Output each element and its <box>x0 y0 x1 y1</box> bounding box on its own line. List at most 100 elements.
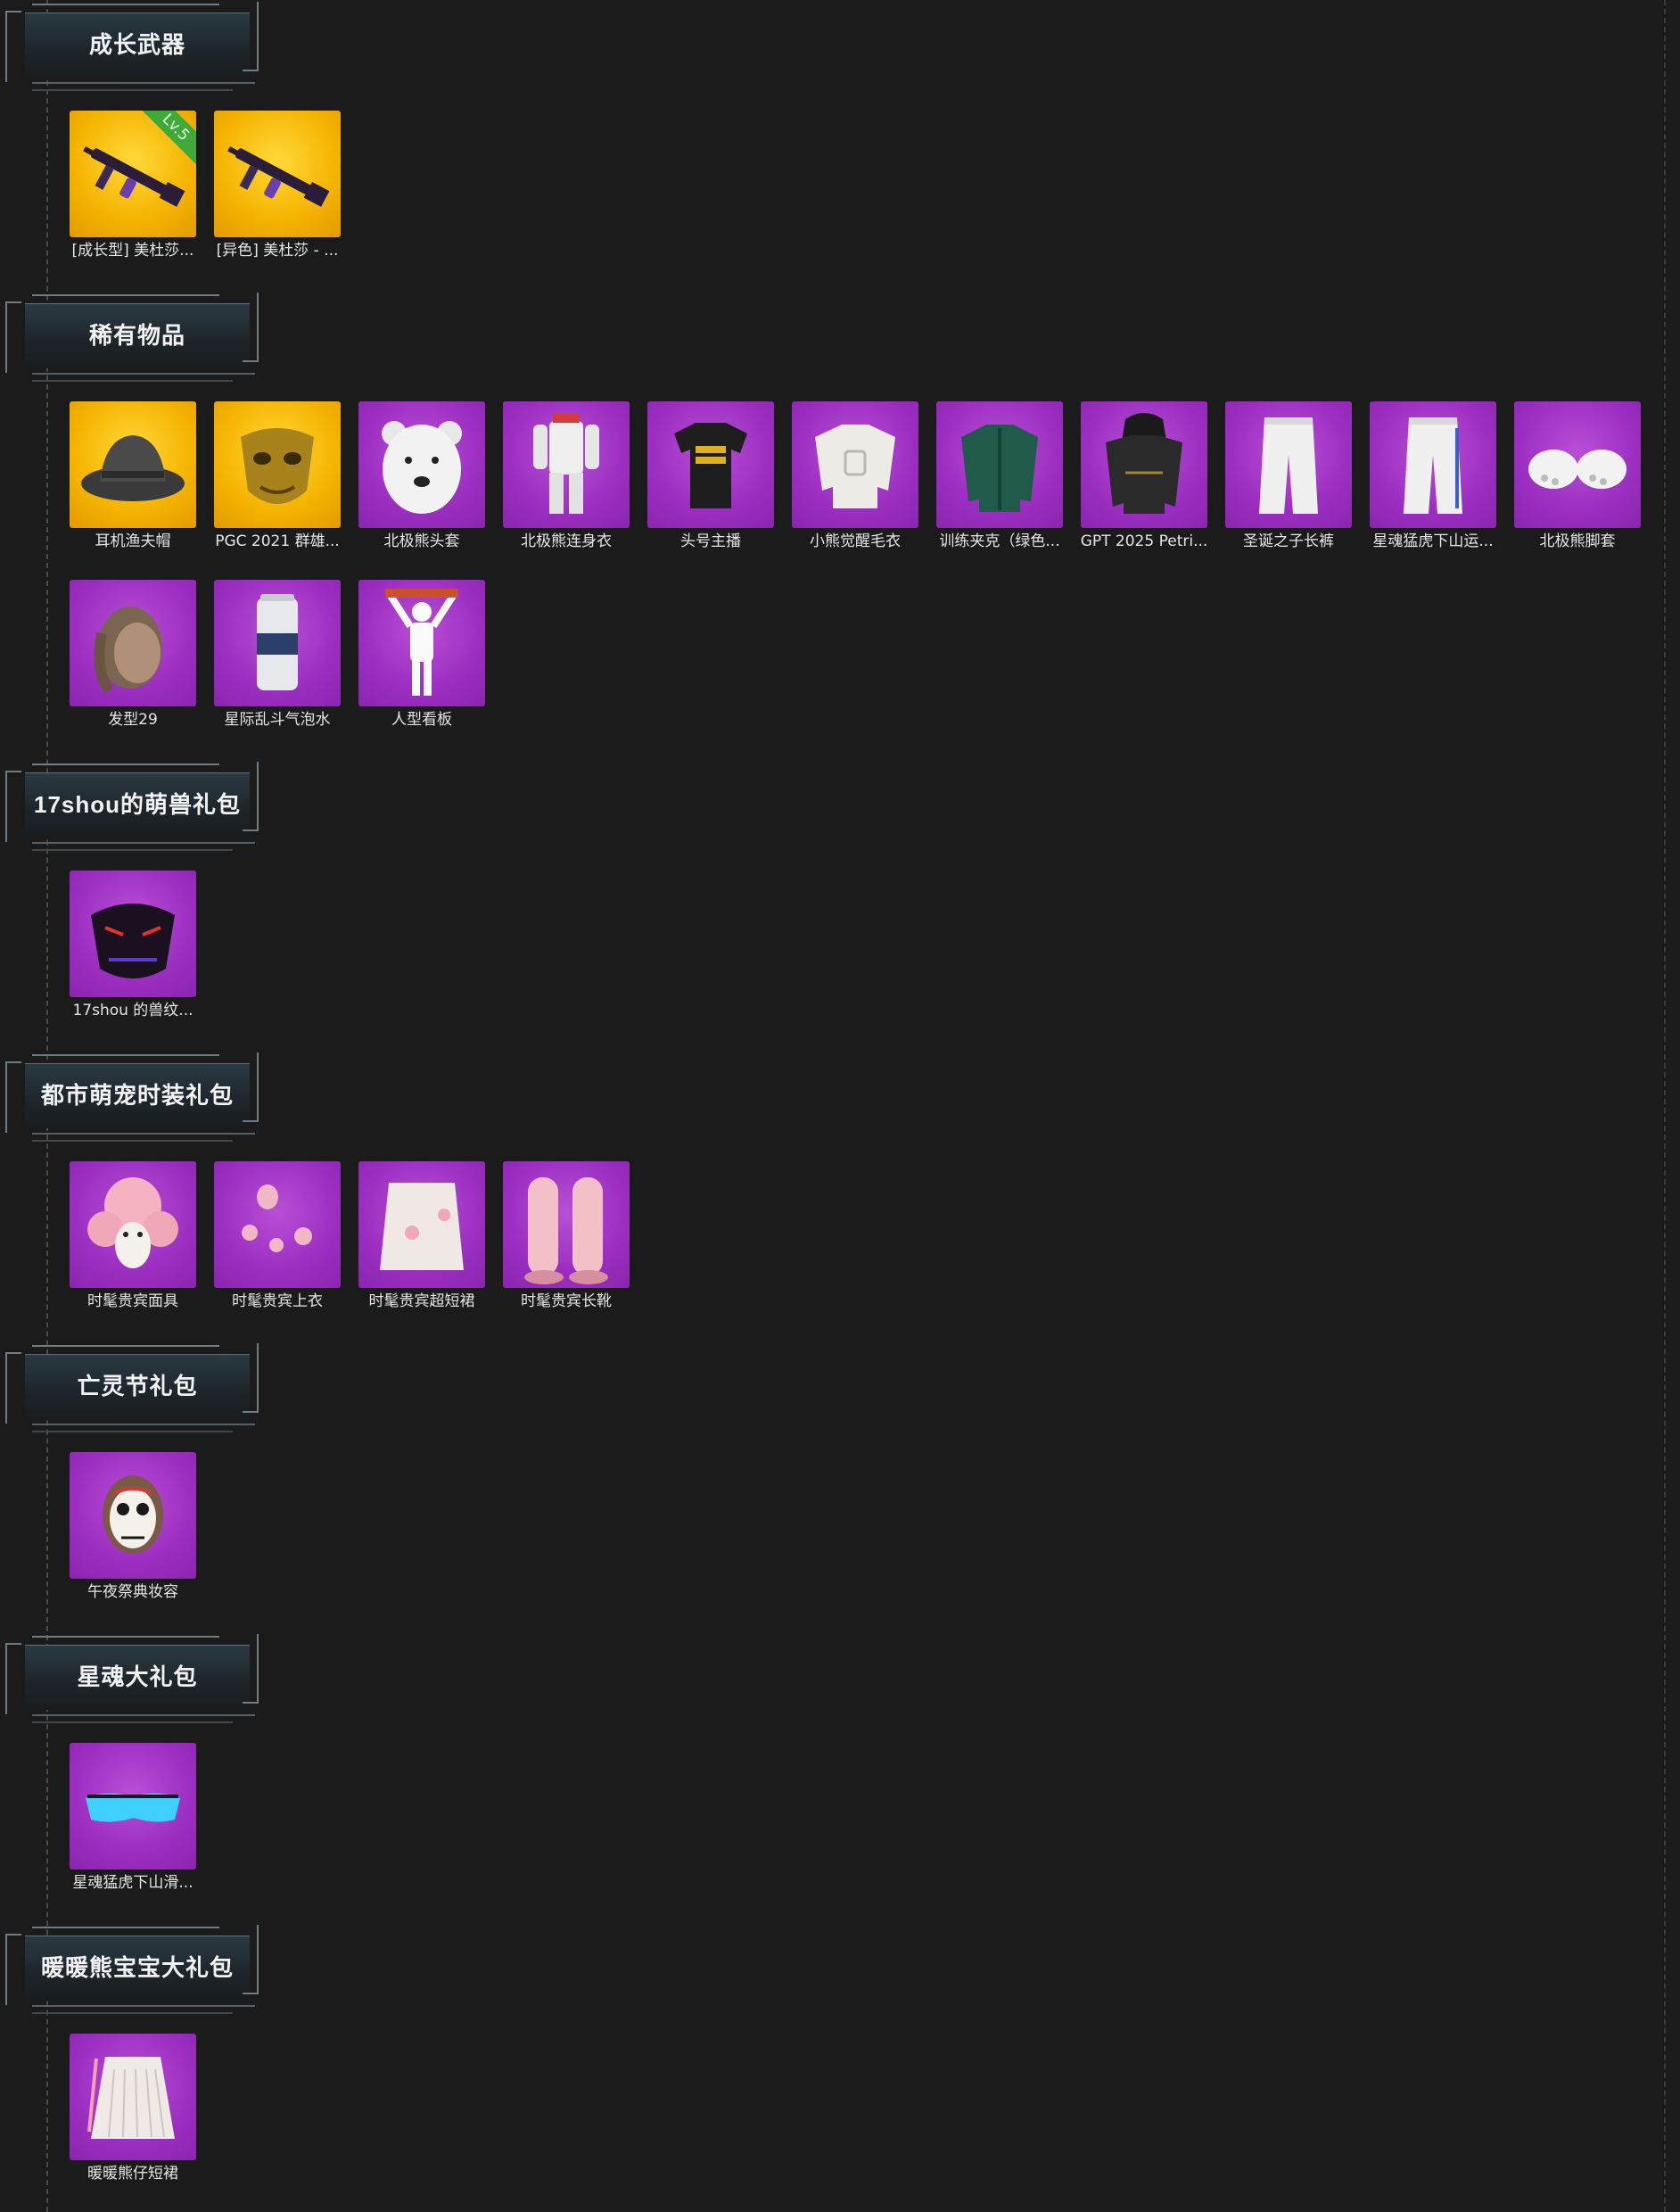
item-card[interactable]: [异色] 美杜莎 - ... <box>214 111 341 260</box>
header-frame-left <box>5 771 21 842</box>
header-frame-bottom <box>32 842 255 844</box>
item-card[interactable]: 17shou 的兽纹... <box>70 871 196 1020</box>
item-label: 时髦贵宾超短裙 <box>368 1292 475 1310</box>
fluffy-top-icon <box>242 1184 312 1252</box>
item-thumbnail[interactable] <box>358 580 485 706</box>
item-card[interactable]: GPT 2025 Petri... <box>1081 401 1207 551</box>
item-label: 北极熊脚套 <box>1539 532 1616 550</box>
header-frame-bottom <box>32 82 255 84</box>
item-thumbnail[interactable] <box>70 2034 196 2160</box>
item-card[interactable]: 时髦贵宾超短裙 <box>358 1161 485 1311</box>
item-thumbnail[interactable] <box>214 580 341 706</box>
item-label: 星魂猛虎下山滑... <box>72 1874 194 1892</box>
item-thumbnail[interactable] <box>70 1452 196 1579</box>
hoodie-icon <box>1106 413 1182 514</box>
gold-mask-icon <box>241 428 314 504</box>
item-thumbnail[interactable] <box>503 1161 630 1288</box>
item-card[interactable]: 星际乱斗气泡水 <box>214 580 341 730</box>
item-label: GPT 2025 Petri... <box>1080 532 1208 550</box>
item-card[interactable]: 训练夹克（绿色... <box>936 401 1063 551</box>
item-thumbnail[interactable] <box>214 1161 341 1288</box>
item-card[interactable]: 北极熊头套 <box>358 401 485 551</box>
pleated-skirt-icon <box>87 2057 175 2139</box>
item-thumbnail[interactable] <box>936 401 1063 528</box>
header-frame-bottom-inner <box>32 380 233 382</box>
item-card[interactable]: 头号主播 <box>647 401 774 551</box>
header-frame-top <box>32 1054 219 1056</box>
item-card[interactable]: 时髦贵宾长靴 <box>503 1161 630 1311</box>
item-label: 星魂猛虎下山运... <box>1372 532 1494 550</box>
item-card[interactable]: 圣诞之子长裤 <box>1225 401 1352 551</box>
item-thumbnail[interactable] <box>70 871 196 997</box>
fluffy-skirt-icon <box>380 1183 464 1270</box>
header-frame-left <box>5 1352 21 1424</box>
header-frame-left <box>5 1934 21 2005</box>
section-title: 亡灵节礼包 <box>77 1373 198 1399</box>
item-label: 暖暖熊仔短裙 <box>87 2165 178 2183</box>
item-thumbnail[interactable]: Lv.5 <box>70 111 196 237</box>
item-card[interactable]: 发型29 <box>70 580 196 730</box>
item-thumbnail[interactable] <box>792 401 918 528</box>
item-card[interactable]: 人型看板 <box>358 580 485 730</box>
header-frame-bottom <box>32 373 255 375</box>
item-label: 午夜祭典妆容 <box>87 1583 178 1601</box>
item-label: 北极熊连身衣 <box>521 532 612 550</box>
header-frame-bottom-inner <box>32 849 233 851</box>
item-card[interactable]: 耳机渔夫帽 <box>70 401 196 551</box>
item-label: 人型看板 <box>391 711 452 729</box>
item-thumbnail[interactable] <box>1081 401 1207 528</box>
header-frame-top <box>32 1345 219 1347</box>
item-label: 发型29 <box>108 711 158 729</box>
item-card[interactable]: 午夜祭典妆容 <box>70 1452 196 1602</box>
header-frame-top <box>32 1636 219 1638</box>
item-thumbnail[interactable] <box>1225 401 1352 528</box>
ski-goggles-icon <box>86 1793 180 1822</box>
section-header: 暖暖熊宝宝大礼包 <box>0 1923 268 2021</box>
item-label: [成长型] 美杜莎... <box>71 242 194 260</box>
header-frame-bottom <box>32 1424 255 1425</box>
section-title: 暖暖熊宝宝大礼包 <box>40 1954 234 1981</box>
item-label: 时髦贵宾上衣 <box>232 1292 323 1310</box>
section-title: 成长武器 <box>88 31 185 58</box>
item-thumbnail[interactable] <box>70 401 196 528</box>
page-border <box>1664 0 1666 2212</box>
item-card[interactable]: 时髦贵宾上衣 <box>214 1161 341 1311</box>
header-frame-left <box>5 301 21 373</box>
header-frame-top <box>32 294 219 296</box>
header-frame-bottom-inner <box>32 1431 233 1432</box>
item-thumbnail[interactable] <box>214 111 341 237</box>
header-frame-bottom <box>32 2005 255 2007</box>
item-thumbnail[interactable] <box>358 1161 485 1288</box>
item-card[interactable]: PGC 2021 群雄... <box>214 401 341 551</box>
item-thumbnail[interactable] <box>70 1161 196 1288</box>
item-card[interactable]: 北极熊脚套 <box>1514 401 1641 551</box>
item-card[interactable]: 小熊觉醒毛衣 <box>792 401 918 551</box>
item-thumbnail[interactable] <box>214 401 341 528</box>
polar-bear-head-icon <box>382 421 462 514</box>
item-card[interactable]: 星魂猛虎下山滑... <box>70 1743 196 1893</box>
header-frame-top <box>32 1927 219 1928</box>
item-label: 小熊觉醒毛衣 <box>810 532 901 550</box>
item-label: 时髦贵宾长靴 <box>521 1292 612 1310</box>
header-frame-bottom-inner <box>32 89 233 91</box>
item-thumbnail[interactable] <box>647 401 774 528</box>
item-thumbnail[interactable] <box>503 401 630 528</box>
item-card[interactable]: 星魂猛虎下山运... <box>1370 401 1496 551</box>
item-thumbnail[interactable] <box>1514 401 1641 528</box>
item-card[interactable]: 时髦贵宾面具 <box>70 1161 196 1311</box>
item-card[interactable]: 暖暖熊仔短裙 <box>70 2034 196 2183</box>
item-thumbnail[interactable] <box>70 580 196 706</box>
item-card[interactable]: 北极熊连身衣 <box>503 401 630 551</box>
section-title: 稀有物品 <box>88 322 185 349</box>
skull-makeup-icon <box>103 1475 163 1554</box>
item-thumbnail[interactable] <box>70 1743 196 1869</box>
tshirt-icon <box>674 423 747 508</box>
item-card[interactable]: Lv.5 [成长型] 美杜莎... <box>70 111 196 260</box>
section-title: 星魂大礼包 <box>77 1663 198 1690</box>
header-frame-top <box>32 4 219 5</box>
header-frame-left <box>5 1643 21 1714</box>
beast-mask-icon <box>91 904 175 978</box>
header-frame-left <box>5 11 21 82</box>
item-thumbnail[interactable] <box>358 401 485 528</box>
item-thumbnail[interactable] <box>1370 401 1496 528</box>
